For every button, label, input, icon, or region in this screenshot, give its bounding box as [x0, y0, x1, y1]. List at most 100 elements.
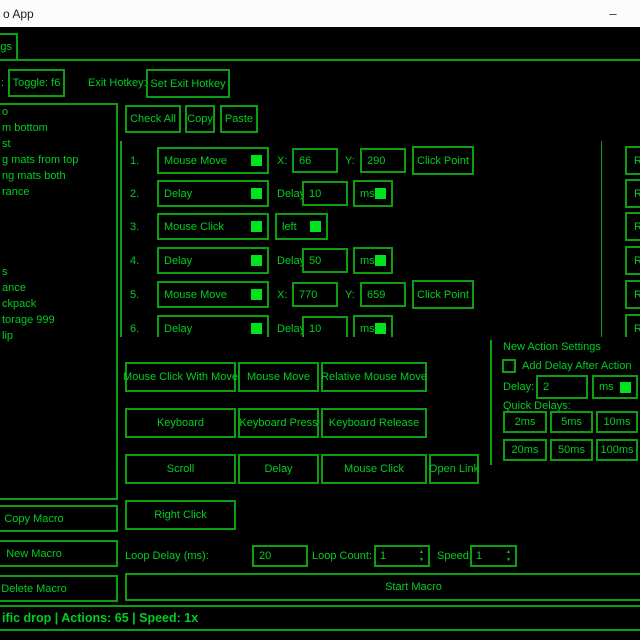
macro-list-item[interactable]: ance — [0, 280, 116, 296]
quick-delay-5ms-button[interactable]: 5ms — [550, 411, 593, 433]
delay-input[interactable]: 10 — [302, 181, 348, 206]
macro-list-item[interactable]: o — [0, 104, 116, 120]
spinner-up-icon[interactable]: ▲ — [419, 550, 424, 555]
macro-list-item[interactable]: g mats from top — [0, 152, 116, 168]
y-input[interactable]: 659 — [360, 282, 406, 307]
quick-delay-10ms-button[interactable]: 10ms — [596, 411, 638, 433]
palette-keyboard-button[interactable]: Keyboard — [125, 408, 236, 438]
palette-right-click-button[interactable]: Right Click — [125, 500, 236, 530]
palette-mouse-click-button[interactable]: Mouse Click — [321, 454, 427, 484]
palette-relative-mouse-move-button[interactable]: Relative Mouse Move — [321, 362, 427, 392]
window-title: o App — [0, 7, 34, 21]
loop-count-stepper[interactable]: 1 ▲ ▼ — [374, 545, 430, 567]
exit-hotkey-label: Exit Hotkey: — [88, 69, 147, 97]
settings-delay-label: Delay: — [503, 375, 534, 399]
action-type-dropdown[interactable]: Delay — [157, 315, 269, 337]
quick-delay-100ms-button[interactable]: 100ms — [596, 439, 638, 461]
remove-action-button[interactable]: R — [625, 280, 640, 309]
delay-input[interactable]: 10 — [302, 316, 348, 337]
loop-delay-input[interactable]: 20 — [252, 545, 308, 567]
quick-delay-2ms-button[interactable]: 2ms — [503, 411, 547, 433]
action-type-value: Delay — [164, 255, 192, 267]
macro-list-item[interactable] — [0, 200, 116, 216]
macro-list-item[interactable]: rance — [0, 184, 116, 200]
delay-input[interactable]: 50 — [302, 248, 348, 273]
action-type-dropdown[interactable]: Delay — [157, 247, 269, 274]
dropdown-indicator-icon — [375, 323, 386, 334]
minimize-button[interactable]: – — [596, 0, 630, 27]
delay-unit-dropdown[interactable]: ms — [353, 247, 393, 274]
spinner-down-icon[interactable]: ▼ — [506, 558, 511, 563]
dropdown-indicator-icon — [251, 323, 262, 334]
action-type-dropdown[interactable]: Mouse Click — [157, 213, 269, 240]
paste-button[interactable]: Paste — [220, 105, 258, 133]
action-type-dropdown[interactable]: Delay — [157, 180, 269, 207]
new-macro-button[interactable]: New Macro — [0, 540, 118, 567]
macro-list-item[interactable]: torage 999 — [0, 312, 116, 328]
spinner-up-icon[interactable]: ▲ — [506, 550, 511, 555]
palette-keyboard-press-button[interactable]: Keyboard Press — [238, 408, 319, 438]
remove-action-button[interactable]: R — [625, 314, 640, 337]
spinner-down-icon[interactable]: ▼ — [419, 558, 424, 563]
action-rows-viewport[interactable]: 1. Mouse Move X: 66 Y: 290 Click Point R… — [119, 140, 640, 337]
remove-action-button[interactable]: R — [625, 212, 640, 241]
toggle-hotkey-button[interactable]: Toggle: f6 — [8, 69, 65, 97]
macro-list-item[interactable] — [0, 248, 116, 264]
action-type-dropdown[interactable]: Mouse Move — [157, 147, 269, 174]
click-point-button[interactable]: Click Point — [412, 146, 474, 175]
mouse-button-value: left — [282, 221, 297, 233]
palette-scroll-button[interactable]: Scroll — [125, 454, 236, 484]
action-type-dropdown[interactable]: Mouse Move — [157, 281, 269, 308]
quick-delay-50ms-button[interactable]: 50ms — [550, 439, 593, 461]
palette-keyboard-release-button[interactable]: Keyboard Release — [321, 408, 427, 438]
palette-delay-button[interactable]: Delay — [238, 454, 319, 484]
macro-list-item[interactable]: ckpack — [0, 296, 116, 312]
speed-value: 1 — [476, 550, 482, 562]
copy-button[interactable]: Copy — [185, 105, 215, 133]
settings-delay-unit-value: ms — [599, 381, 614, 393]
action-row-number: 1. — [130, 147, 139, 174]
settings-delay-input[interactable]: 2 — [536, 375, 588, 399]
toggle-hotkey-label: : — [1, 69, 4, 97]
macro-list-item[interactable]: m bottom — [0, 120, 116, 136]
palette-mouse-click-with-move-button[interactable]: Mouse Click With Move — [125, 362, 236, 392]
mouse-button-dropdown[interactable]: left — [275, 213, 328, 240]
check-all-button[interactable]: Check All — [125, 105, 181, 133]
x-input[interactable]: 66 — [292, 148, 338, 173]
palette-open-link-button[interactable]: Open Link — [429, 454, 479, 484]
macro-list: o m bottom st g mats from top ng mats bo… — [0, 104, 116, 344]
settings-delay-unit-dropdown[interactable]: ms — [592, 375, 638, 399]
macro-list-item[interactable]: ng mats both — [0, 168, 116, 184]
palette-mouse-move-button[interactable]: Mouse Move — [238, 362, 319, 392]
dropdown-indicator-icon — [251, 155, 262, 166]
add-delay-checkbox[interactable] — [502, 359, 516, 373]
x-input[interactable]: 770 — [292, 282, 338, 307]
delay-unit-dropdown[interactable]: ms — [353, 180, 393, 207]
copy-macro-button[interactable]: Copy Macro — [0, 505, 118, 532]
loop-count-value: 1 — [380, 550, 386, 562]
macro-list-item[interactable]: st — [0, 136, 116, 152]
loop-delay-label: Loop Delay (ms): — [125, 545, 209, 567]
remove-action-button[interactable]: R — [625, 179, 640, 208]
dropdown-indicator-icon — [310, 221, 321, 232]
app-window: o App – gs : Toggle: f6 Exit Hotkey: Set… — [0, 0, 640, 640]
quick-delay-20ms-button[interactable]: 20ms — [503, 439, 547, 461]
action-row-number: 4. — [130, 247, 139, 274]
action-type-value: Delay — [164, 323, 192, 335]
speed-stepper[interactable]: 1 ▲ ▼ — [470, 545, 517, 567]
click-point-button[interactable]: Click Point — [412, 280, 474, 309]
macro-list-item[interactable]: lip — [0, 328, 116, 344]
remove-action-button[interactable]: R — [625, 246, 640, 275]
delete-macro-button[interactable]: Delete Macro — [0, 575, 118, 602]
remove-action-button[interactable]: R — [625, 146, 640, 175]
macro-list-item[interactable] — [0, 216, 116, 232]
new-action-settings-title: New Action Settings — [503, 340, 601, 354]
start-macro-button[interactable]: Start Macro — [125, 573, 640, 601]
y-input[interactable]: 290 — [360, 148, 406, 173]
macro-list-item[interactable] — [0, 232, 116, 248]
action-type-value: Delay — [164, 188, 192, 200]
delay-unit-dropdown[interactable]: ms — [353, 315, 393, 337]
tab-settings[interactable]: gs — [0, 33, 18, 61]
macro-list-item[interactable]: s — [0, 264, 116, 280]
set-exit-hotkey-button[interactable]: Set Exit Hotkey — [146, 69, 230, 98]
